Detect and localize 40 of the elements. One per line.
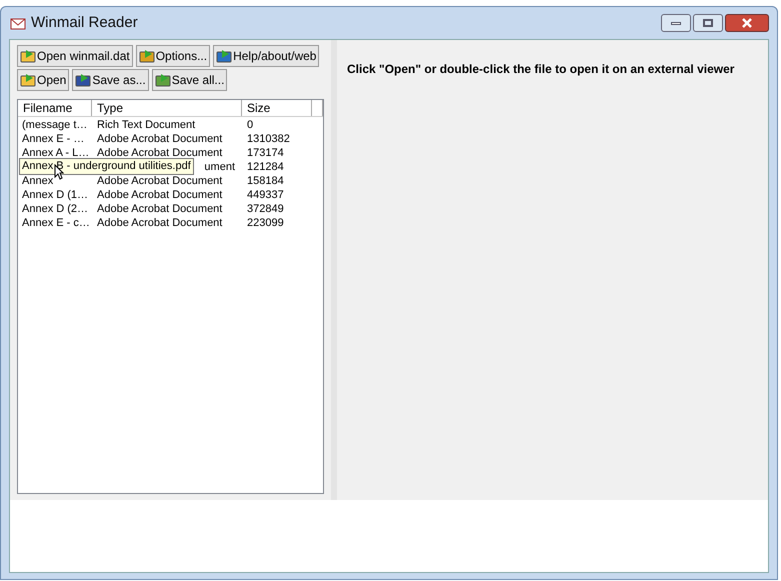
table-cell: 223099 <box>247 217 284 229</box>
close-button[interactable] <box>725 14 769 32</box>
table-cell: Annex E - … <box>22 133 84 145</box>
table-cell: 1310382 <box>247 133 290 145</box>
table-cell: Annex D (2… <box>22 203 88 215</box>
folder-arrow-icon <box>20 48 36 64</box>
table-cell: 0 <box>247 119 254 131</box>
table-cell: Adobe Acrobat Document <box>97 217 222 229</box>
close-icon <box>741 18 753 28</box>
maximize-button[interactable] <box>693 14 723 32</box>
table-cell: 158184 <box>247 175 284 187</box>
toolbar-button[interactable]: Open <box>17 69 70 91</box>
toolbar-button[interactable]: Help/about/web <box>213 45 320 67</box>
toolbar-button[interactable]: Options... <box>136 45 210 67</box>
table-cell: 121284 <box>247 161 284 173</box>
toolbar-button[interactable]: Save all... <box>152 69 228 91</box>
table-cell: 449337 <box>247 189 284 201</box>
table-cell: 372849 <box>247 203 284 215</box>
table-cell: Annex <box>22 175 54 187</box>
table-cell: Adobe Acrobat Document <box>97 175 222 187</box>
viewer-hint: Click "Open" or double-click the file to open it on an external viewer <box>347 61 736 78</box>
table-cell: (message t… <box>22 119 88 131</box>
column-header[interactable]: Filename <box>18 100 92 116</box>
table-cell: ument <box>204 161 235 173</box>
toolbar-button[interactable]: Save as... <box>72 69 149 91</box>
table-cell: 173174 <box>247 147 284 159</box>
table-cell: Annex E - c… <box>22 217 90 229</box>
table-cell: Annex D (1… <box>22 189 88 201</box>
table-cell: Adobe Acrobat Document <box>97 189 222 201</box>
folder-arrow-icon <box>20 72 36 88</box>
window-title: Winmail Reader <box>31 12 138 33</box>
table-cell: Adobe Acrobat Document <box>97 133 222 145</box>
table-cell: Adobe Acrobat Document <box>97 147 222 159</box>
column-header[interactable]: Size <box>242 100 312 116</box>
table-cell: Annex A - L… <box>22 147 90 159</box>
table-cell: Rich Text Document <box>97 119 196 131</box>
toolbar-button[interactable]: Open winmail.dat <box>17 45 133 67</box>
minimize-button[interactable] <box>661 14 691 32</box>
column-header[interactable]: Type <box>92 100 242 116</box>
table-cell: Adobe Acrobat Document <box>97 203 222 215</box>
